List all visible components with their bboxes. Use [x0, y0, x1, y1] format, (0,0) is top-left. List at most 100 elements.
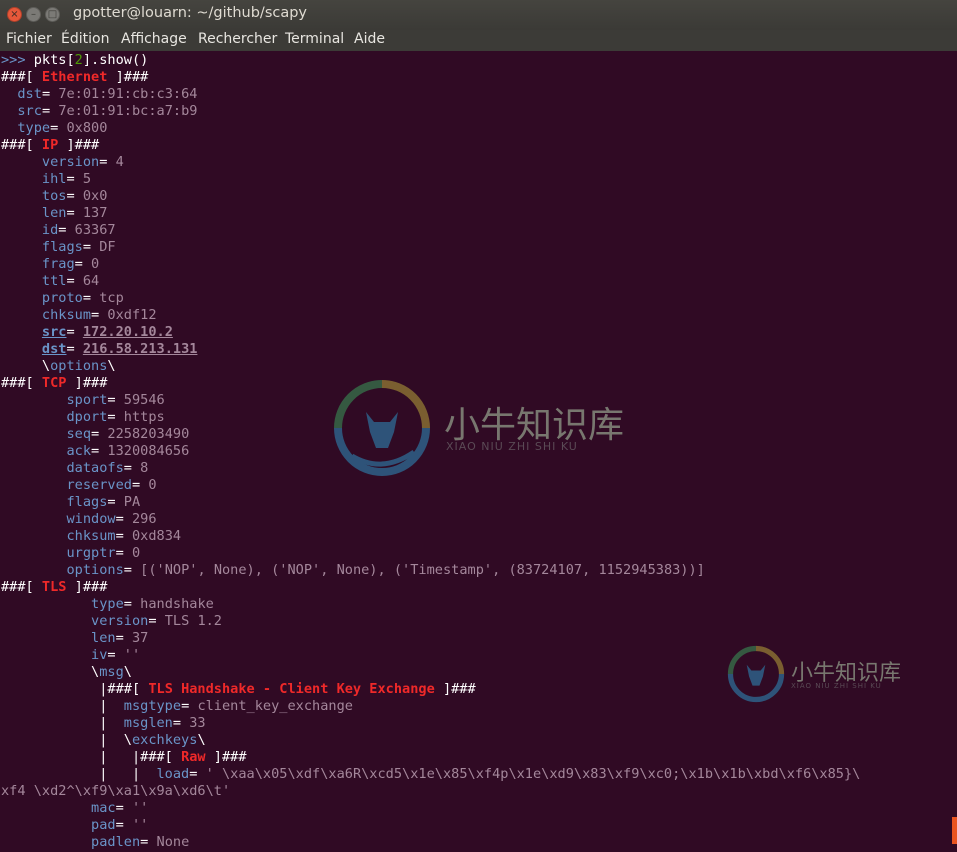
terminal-line: ###[ TCP ]###: [1, 375, 107, 392]
text: =: [41, 86, 59, 102]
terminal-line: xf4 \xd2^\xf9\xa1\x9a\xd6\t': [1, 783, 230, 800]
text: [1, 409, 66, 425]
field-name: chksum: [66, 528, 116, 544]
field-value: 172.20.10.2: [82, 324, 173, 340]
text: [1, 528, 66, 544]
field-value: 37: [131, 630, 149, 646]
window-maximize-button[interactable]: □: [45, 7, 60, 22]
text: =: [41, 103, 59, 119]
field-name: dport: [66, 409, 108, 425]
field-name: reserved: [66, 477, 132, 493]
field-name: flags: [41, 239, 83, 255]
layer-name: TCP: [41, 375, 67, 391]
terminal-line: flags= DF: [1, 239, 116, 256]
text: [1, 443, 66, 459]
menu-affichage[interactable]: Affichage: [121, 31, 187, 47]
text: [1, 222, 42, 238]
layer-name: IP: [41, 137, 59, 153]
text: ]###: [434, 681, 476, 697]
text: \: [123, 664, 132, 680]
terminal-line: sport= 59546: [1, 392, 165, 409]
field-name: chksum: [41, 307, 92, 323]
terminal-line: src= 7e:01:91:bc:a7:b9: [1, 103, 197, 120]
field-value: '': [131, 800, 149, 816]
field-value: 1320084656: [107, 443, 190, 459]
terminal-line: >>> pkts[2].show(): [1, 52, 148, 69]
text: [1, 562, 66, 578]
menu-fichier[interactable]: Fichier: [6, 31, 52, 47]
text: >>>: [1, 52, 34, 68]
menu-terminal[interactable]: Terminal: [285, 31, 344, 47]
text: =: [115, 800, 132, 816]
text: =: [66, 273, 83, 289]
terminal-line: id= 63367: [1, 222, 116, 239]
terminal-line: ihl= 5: [1, 171, 91, 188]
text: [1, 103, 17, 119]
text: [1, 460, 66, 476]
text: [1, 205, 42, 221]
text: [1, 613, 91, 629]
terminal-line: | \exchkeys\: [1, 732, 205, 749]
text: =: [50, 120, 67, 136]
field-value: 4: [115, 154, 124, 170]
terminal-line: dst= 7e:01:91:cb:c3:64: [1, 86, 197, 103]
menubar: Fichier Édition Affichage Rechercher Ter…: [0, 30, 957, 51]
index-value: 2: [74, 52, 83, 68]
field-name: urgptr: [66, 545, 116, 561]
terminal-line: version= 4: [1, 154, 124, 171]
field-name: id: [41, 222, 59, 238]
field-value: 59546: [123, 392, 165, 408]
field-name: padlen: [91, 834, 141, 850]
terminal-line: ack= 1320084656: [1, 443, 189, 460]
text: [1, 647, 91, 663]
text: |###[: [1, 681, 149, 697]
field-name: type: [17, 120, 51, 136]
field-name: src: [17, 103, 42, 119]
minimize-icon: –: [31, 9, 36, 20]
menu-edition[interactable]: Édition: [61, 31, 109, 47]
terminal-line: ###[ IP ]###: [1, 137, 99, 154]
scrollbar-thumb[interactable]: [952, 817, 957, 844]
terminal-line: proto= tcp: [1, 290, 124, 307]
text: =: [123, 596, 141, 612]
text: [1, 171, 42, 187]
text: [1, 290, 42, 306]
field-value: PA: [123, 494, 141, 510]
terminal-line: flags= PA: [1, 494, 140, 511]
text: [1, 596, 91, 612]
window-minimize-button[interactable]: –: [26, 7, 41, 22]
text: =: [91, 426, 108, 442]
text: [1, 545, 66, 561]
terminal-output[interactable]: >>> pkts[2].show() ###[ Ethernet ]### dst…: [0, 51, 957, 852]
text: \: [1, 358, 51, 374]
field-value: https: [123, 409, 165, 425]
field-value: xf4 \xd2^\xf9\xa1\x9a\xd6\t': [1, 783, 231, 799]
field-value: 5: [82, 171, 92, 187]
text: ]###: [107, 69, 149, 85]
field-name: version: [91, 613, 149, 629]
text: [1, 392, 66, 408]
text: =: [66, 205, 83, 221]
field-name: pad: [91, 817, 116, 833]
text: ###[: [1, 579, 42, 595]
terminal-line: tos= 0x0: [1, 188, 108, 205]
text: ]###: [205, 749, 247, 765]
text: =: [181, 698, 198, 714]
terminal-line: | | load= ' \xaa\x05\xdf\xa6R\xcd5\x1e\x…: [1, 766, 860, 783]
field-name: iv: [91, 647, 108, 663]
window-titlebar[interactable]: × – □ gpotter@louarn: ~/github/scapy: [0, 0, 957, 30]
text: =: [189, 766, 206, 782]
menu-rechercher[interactable]: Rechercher: [198, 31, 277, 47]
window-close-button[interactable]: ×: [7, 7, 22, 22]
text: ###[: [1, 137, 42, 153]
text: =: [140, 834, 157, 850]
terminal-line: padlen= None: [1, 834, 189, 851]
field-value: 0: [148, 477, 157, 493]
field-value: 0x0: [82, 188, 108, 204]
field-name: seq: [66, 426, 92, 442]
menu-aide[interactable]: Aide: [354, 31, 385, 47]
text: | |: [1, 766, 157, 782]
text: =: [66, 324, 83, 340]
text: =: [74, 256, 92, 272]
terminal-line: dst= 216.58.213.131: [1, 341, 198, 358]
